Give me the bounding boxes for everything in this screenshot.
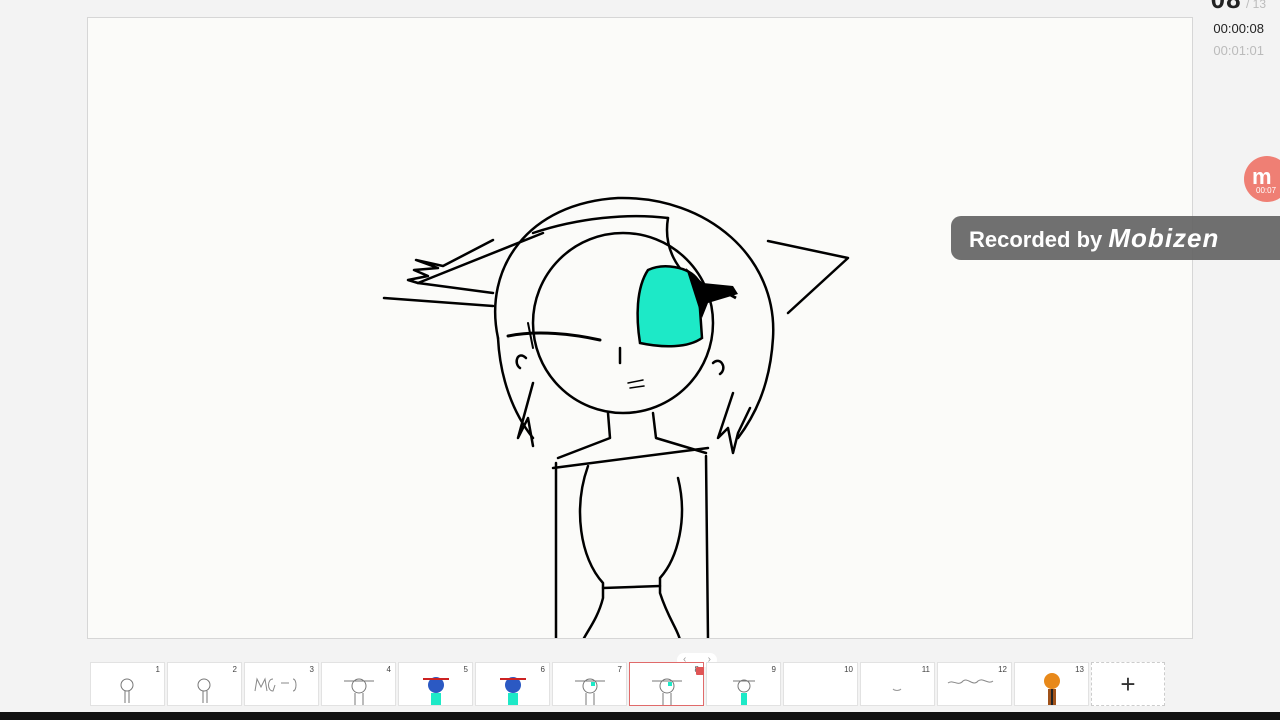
frame-thumbnail[interactable]: 5 (398, 662, 473, 706)
recorder-brand: Mobizen (1108, 223, 1220, 253)
add-frame-button[interactable]: + (1091, 662, 1165, 706)
frame-thumbnail[interactable]: 12 (937, 662, 1012, 706)
frame-thumbnail[interactable]: 6 (475, 662, 550, 706)
frame-thumbnail[interactable]: 13 (1014, 662, 1089, 706)
recorded-by-text: Recorded by (969, 227, 1103, 252)
total-time: 00:01:01 (1213, 43, 1264, 58)
current-time: 00:00:08 (1213, 21, 1264, 36)
recorder-badge-icon[interactable]: m 00:07 (1244, 156, 1280, 202)
frame-thumbnail[interactable]: 4 (321, 662, 396, 706)
frame-thumbnail[interactable]: 2 (167, 662, 242, 706)
frame-thumbnail[interactable]: 3 (244, 662, 319, 706)
drawing-canvas[interactable] (87, 17, 1193, 639)
bottom-bar (0, 712, 1280, 720)
recording-watermark: Recorded by Mobizen (951, 216, 1280, 260)
frame-thumbnail-active[interactable]: 8 (629, 662, 704, 706)
frame-timeline: 1 2 3 4 5 6 7 8 9 10 11 12 (90, 662, 1165, 706)
plus-icon: + (1120, 668, 1136, 699)
character-drawing (382, 196, 850, 638)
frame-thumbnail[interactable]: 11 (860, 662, 935, 706)
total-frames: / 13 (1245, 0, 1266, 11)
current-frame: 08 (1211, 0, 1242, 14)
frame-counter: 08 / 13 (1211, 0, 1266, 15)
frame-thumbnail[interactable]: 7 (552, 662, 627, 706)
active-frame-marker (696, 667, 704, 675)
frame-thumbnail[interactable]: 9 (706, 662, 781, 706)
recorder-badge-time: 00:07 (1256, 186, 1277, 195)
frame-thumbnail[interactable]: 1 (90, 662, 165, 706)
frame-thumbnail[interactable]: 10 (783, 662, 858, 706)
